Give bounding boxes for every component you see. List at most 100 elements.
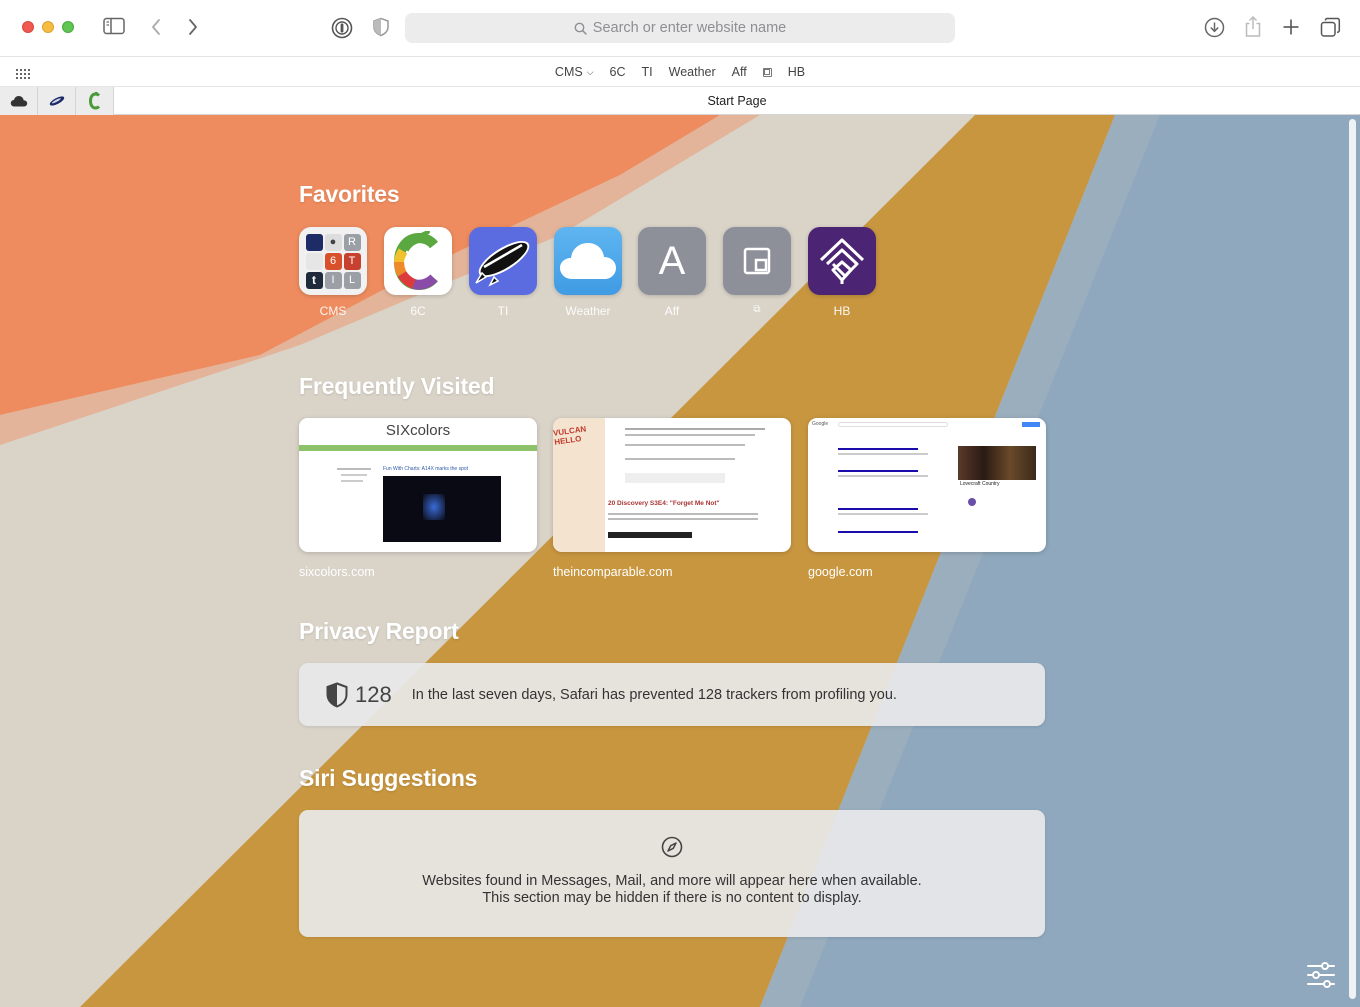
bookmark-label: 6C — [609, 65, 626, 79]
sidebar-toggle-icon[interactable] — [103, 17, 125, 35]
bookmarks-bar: CMS ⌵ 6C TI Weather Aff HB — [0, 56, 1360, 86]
pinned-tab-weather[interactable] — [0, 87, 38, 115]
privacy-report-heading: Privacy Report — [299, 618, 459, 644]
favorite-label: TI — [497, 304, 509, 318]
bookmark-label: TI — [641, 65, 653, 79]
tab-bar: Start Page — [0, 86, 1360, 115]
frequently-visited-heading: Frequently Visited — [299, 373, 495, 399]
privacy-report-card[interactable]: 128 In the last seven days, Safari has p… — [299, 663, 1045, 726]
forward-button[interactable] — [187, 18, 199, 36]
blimp-icon — [469, 227, 537, 295]
shield-icon — [326, 681, 348, 708]
minimize-window-button[interactable] — [42, 21, 54, 33]
privacy-report-message: In the last seven days, Safari has preve… — [411, 686, 897, 703]
frequently-visited-theincomparable[interactable]: VULCAN HELLO 20 Discovery S3E4: "Forget … — [553, 418, 791, 579]
bookmark-6c[interactable]: 6C — [602, 65, 634, 79]
bookmark-window[interactable] — [755, 67, 780, 77]
frequently-visited-sixcolors[interactable]: SIXcolors Fun With Charts: A14X marks th… — [299, 418, 537, 579]
tab-start-page[interactable]: Start Page — [114, 87, 1360, 115]
favorite-aff[interactable]: A Aff — [638, 227, 706, 318]
sixcolors-icon — [384, 227, 452, 295]
favorite-ti[interactable]: TI — [469, 227, 537, 318]
favorite-6c[interactable]: 6C — [384, 227, 452, 318]
downloads-icon[interactable] — [1204, 17, 1225, 38]
toolbar: Search or enter website name — [0, 0, 1360, 56]
thumbnail-headline: Lovecraft Country — [960, 481, 1000, 487]
tracker-count: 128 — [355, 681, 392, 707]
blimp-icon — [49, 96, 64, 106]
cms-cell: L — [343, 271, 361, 289]
tab-title: Start Page — [707, 94, 767, 108]
cms-folder-icon: ● R 6 T t I L — [299, 227, 367, 295]
cms-cell: 6 — [324, 252, 342, 270]
favorite-label: HB — [833, 304, 851, 318]
site-label: theincomparable.com — [553, 565, 673, 579]
close-window-button[interactable] — [22, 21, 34, 33]
siri-suggestions-heading: Siri Suggestions — [299, 765, 478, 791]
cloud-icon — [554, 227, 622, 295]
thumbnail-headline: 20 Discovery S3E4: "Forget Me Not" — [608, 500, 720, 507]
favorite-cms[interactable]: ● R 6 T t I L CMS — [299, 227, 367, 318]
compass-icon — [299, 836, 1045, 860]
bookmark-ti[interactable]: TI — [634, 65, 661, 79]
cms-cell: I — [324, 271, 342, 289]
window-icon — [762, 67, 772, 77]
bookmark-label: Aff — [731, 65, 747, 79]
cms-cell: R — [343, 233, 361, 251]
bookmark-label: CMS — [554, 65, 583, 79]
bookmark-cms[interactable]: CMS ⌵ — [547, 65, 602, 79]
site-label: sixcolors.com — [299, 565, 375, 579]
siri-suggestions-line1: Websites found in Messages, Mail, and mo… — [422, 873, 922, 889]
tab-overview-icon[interactable] — [1320, 17, 1341, 38]
site-label: google.com — [808, 565, 873, 579]
thumbnail-headline: Fun With Charts: A14X marks the spot — [383, 466, 469, 472]
address-bar-placeholder: Search or enter website name — [592, 20, 787, 36]
share-icon[interactable] — [1244, 15, 1262, 38]
start-page: Favorites ● R 6 T t I L CMS 6C TI Weathe… — [0, 115, 1360, 1007]
cms-cell: T — [343, 252, 361, 270]
pinned-tab-sixcolors[interactable] — [76, 87, 114, 115]
bookmark-hb[interactable]: HB — [780, 65, 813, 79]
favorite-window[interactable]: ⧉ — [723, 227, 791, 315]
bookmark-aff[interactable]: Aff — [724, 65, 755, 79]
favorite-weather[interactable]: Weather — [554, 227, 622, 318]
letter-a-icon: A — [638, 227, 706, 295]
thumbnail-site-title: VULCAN HELLO — [553, 424, 587, 447]
site-thumbnail: Google Lovecraft Country — [808, 418, 1046, 552]
new-tab-button[interactable] — [1282, 18, 1300, 36]
favorite-hb[interactable]: HB — [808, 227, 876, 318]
address-bar[interactable]: Search or enter website name — [405, 13, 955, 43]
frequently-visited-google[interactable]: Google Lovecraft Country google.com — [808, 418, 1046, 579]
cloud-icon — [10, 96, 27, 107]
customize-start-page-button[interactable] — [1306, 962, 1336, 993]
house-icon — [808, 227, 876, 295]
bookmark-label: Weather — [668, 65, 716, 79]
back-button[interactable] — [150, 18, 162, 36]
6c-logo-icon — [88, 92, 100, 110]
favorite-label: 6C — [410, 304, 426, 318]
thumbnail-site-title: Google — [812, 421, 829, 427]
cms-cell: t — [305, 271, 323, 289]
siri-suggestions-card: Websites found in Messages, Mail, and mo… — [299, 810, 1045, 937]
sliders-icon — [1307, 962, 1335, 988]
window-icon — [723, 227, 791, 295]
site-thumbnail: SIXcolors Fun With Charts: A14X marks th… — [299, 418, 537, 552]
password-extension-icon[interactable] — [331, 17, 353, 39]
favorite-label: CMS — [319, 304, 347, 318]
bookmark-weather[interactable]: Weather — [661, 65, 724, 79]
bookmark-label: HB — [787, 65, 806, 79]
privacy-shield-icon[interactable] — [372, 17, 390, 37]
site-thumbnail: VULCAN HELLO 20 Discovery S3E4: "Forget … — [553, 418, 791, 552]
chevron-down-icon: ⌵ — [586, 66, 594, 77]
favorite-letter: A — [658, 238, 686, 283]
siri-suggestions-line2: This section may be hidden if there is n… — [482, 890, 862, 906]
zoom-window-button[interactable] — [62, 21, 74, 33]
favorites-heading: Favorites — [299, 181, 400, 207]
pinned-tab-incomparable[interactable] — [38, 87, 76, 115]
thumbnail-site-title: SIXcolors — [299, 418, 537, 444]
favorite-label: Weather — [565, 304, 611, 318]
search-icon — [574, 22, 587, 35]
scrollbar[interactable] — [1349, 119, 1356, 999]
favorite-label: Aff — [664, 304, 680, 318]
favorite-label: ⧉ — [753, 304, 761, 315]
